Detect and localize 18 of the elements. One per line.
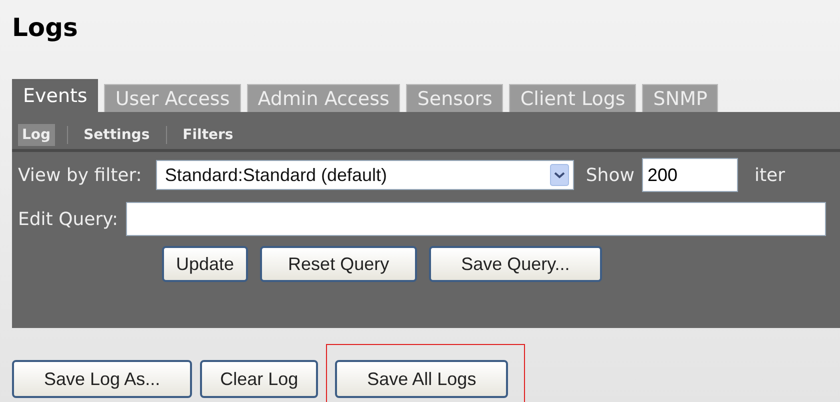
log-button[interactable]: Save All Logs [335,360,508,398]
query-button[interactable]: Save Query... [429,246,602,282]
filter-label: View by filter: [18,164,142,186]
tab[interactable]: Events [12,79,98,112]
subtab[interactable]: Log [18,124,55,146]
filter-dropdown[interactable]: Standard:Standard (default) [156,160,574,190]
query-label: Edit Query: [18,208,118,230]
subtab[interactable]: Filters [178,124,238,146]
show-label: Show [586,164,634,186]
item-count-field[interactable]: 200 [642,158,738,192]
items-label: iter [754,164,785,186]
query-button[interactable]: Reset Query [260,246,418,282]
log-button[interactable]: Clear Log [200,360,318,398]
query-field[interactable] [126,202,826,236]
log-button[interactable]: Save Log As... [12,360,192,398]
subtab[interactable]: Settings [80,124,154,146]
query-button[interactable]: Update [162,246,248,282]
page-title: Logs [12,12,79,44]
